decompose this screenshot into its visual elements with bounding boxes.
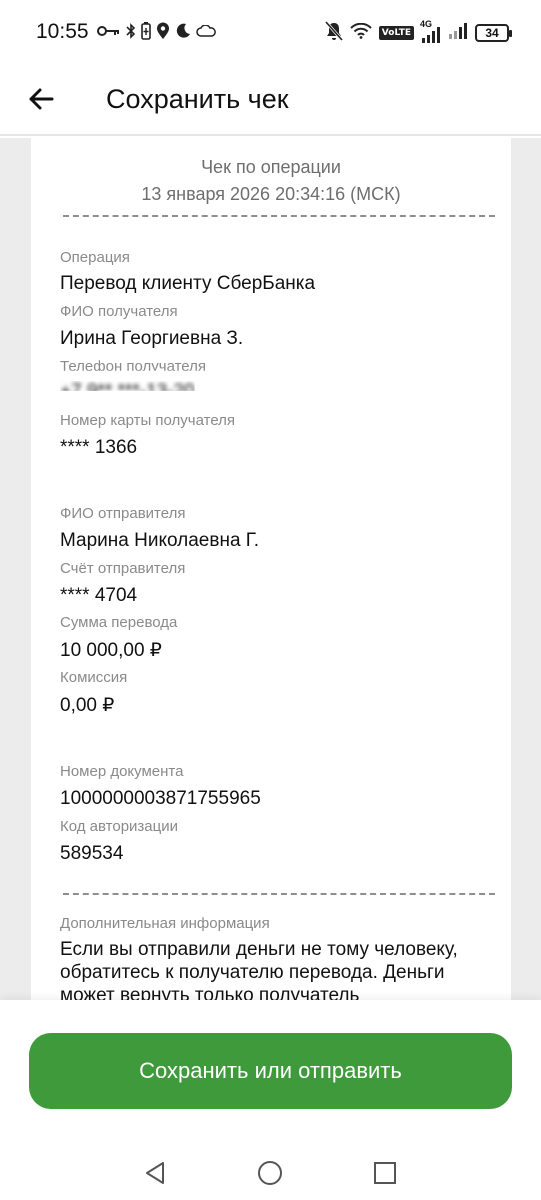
location-icon	[156, 22, 170, 45]
recipient-phone-value: +7 9** ***-13-20	[60, 381, 195, 402]
fee-value: 0,00 ₽	[60, 695, 115, 716]
status-left-icons	[97, 20, 216, 46]
status-time: 10:55	[36, 20, 89, 43]
moon-icon	[175, 23, 191, 44]
receipt-scroll-area[interactable]: Чек по операции 13 января 2026 20:34:16 …	[0, 138, 541, 1000]
recipient-card-label: Номер карты получателя	[60, 412, 236, 429]
receipt-datetime: 13 января 2026 20:34:16 (МСК)	[141, 184, 401, 204]
status-right-icons: VoLTE 4G 34	[324, 19, 512, 46]
signal-icon: 4G	[420, 19, 441, 43]
back-button[interactable]	[20, 80, 62, 122]
sender-account-value: **** 4704	[60, 585, 138, 606]
divider	[63, 215, 495, 217]
operation-label: Операция	[60, 249, 130, 266]
amount-label: Сумма перевода	[60, 614, 178, 631]
battery-saver-icon	[141, 21, 151, 45]
bottom-panel: Сохранить или отправить	[0, 1000, 541, 1200]
triangle-back-icon[interactable]	[141, 1158, 171, 1188]
extra-info-text: Если вы отправили деньги не тому человек…	[60, 939, 458, 1000]
page-title: Сохранить чек	[106, 84, 289, 114]
system-nav-bar	[0, 1152, 541, 1192]
arrow-left-icon	[28, 87, 54, 116]
signal-icon-2	[448, 22, 468, 44]
volte-badge: VoLTE	[378, 26, 414, 40]
wifi-icon	[350, 22, 372, 44]
receipt-header: Чек по операции 13 января 2026 20:34:16 …	[31, 154, 511, 208]
operation-value: Перевод клиенту СберБанка	[60, 273, 316, 294]
divider	[63, 893, 495, 895]
recipient-card-value: **** 1366	[60, 437, 138, 458]
mute-icon	[324, 20, 343, 46]
receipt-title: Чек по операции	[201, 157, 341, 177]
square-recents-icon[interactable]	[370, 1158, 400, 1188]
fee-label: Комиссия	[60, 669, 128, 686]
sender-name-label: ФИО отправителя	[60, 505, 186, 522]
auth-code-label: Код авторизации	[60, 818, 178, 835]
sender-account-label: Счёт отправителя	[60, 560, 186, 577]
cloud-icon	[196, 24, 216, 42]
circle-home-icon[interactable]	[255, 1158, 285, 1188]
amount-value: 10 000,00 ₽	[60, 640, 162, 661]
doc-number-value: 1000000003871755965	[60, 788, 261, 809]
auth-code-value: 589534	[60, 843, 124, 864]
network-type-label: 4G	[420, 19, 433, 29]
status-bar: 10:55 VoLTE 4G 34	[0, 0, 541, 66]
save-or-send-button[interactable]: Сохранить или отправить	[29, 1033, 512, 1109]
battery-icon: 34	[475, 24, 512, 42]
receipt-card: Чек по операции 13 января 2026 20:34:16 …	[31, 138, 511, 1000]
key-icon	[97, 24, 121, 43]
extra-info-label: Дополнительная информация	[60, 915, 270, 932]
app-bar: Сохранить чек	[0, 66, 541, 136]
recipient-name-label: ФИО получателя	[60, 303, 178, 320]
doc-number-label: Номер документа	[60, 763, 184, 780]
recipient-name-value: Ирина Георгиевна З.	[60, 328, 244, 349]
bluetooth-icon	[126, 22, 136, 45]
sender-name-value: Марина Николаевна Г.	[60, 530, 260, 551]
recipient-phone-label: Телефон получателя	[60, 358, 207, 375]
